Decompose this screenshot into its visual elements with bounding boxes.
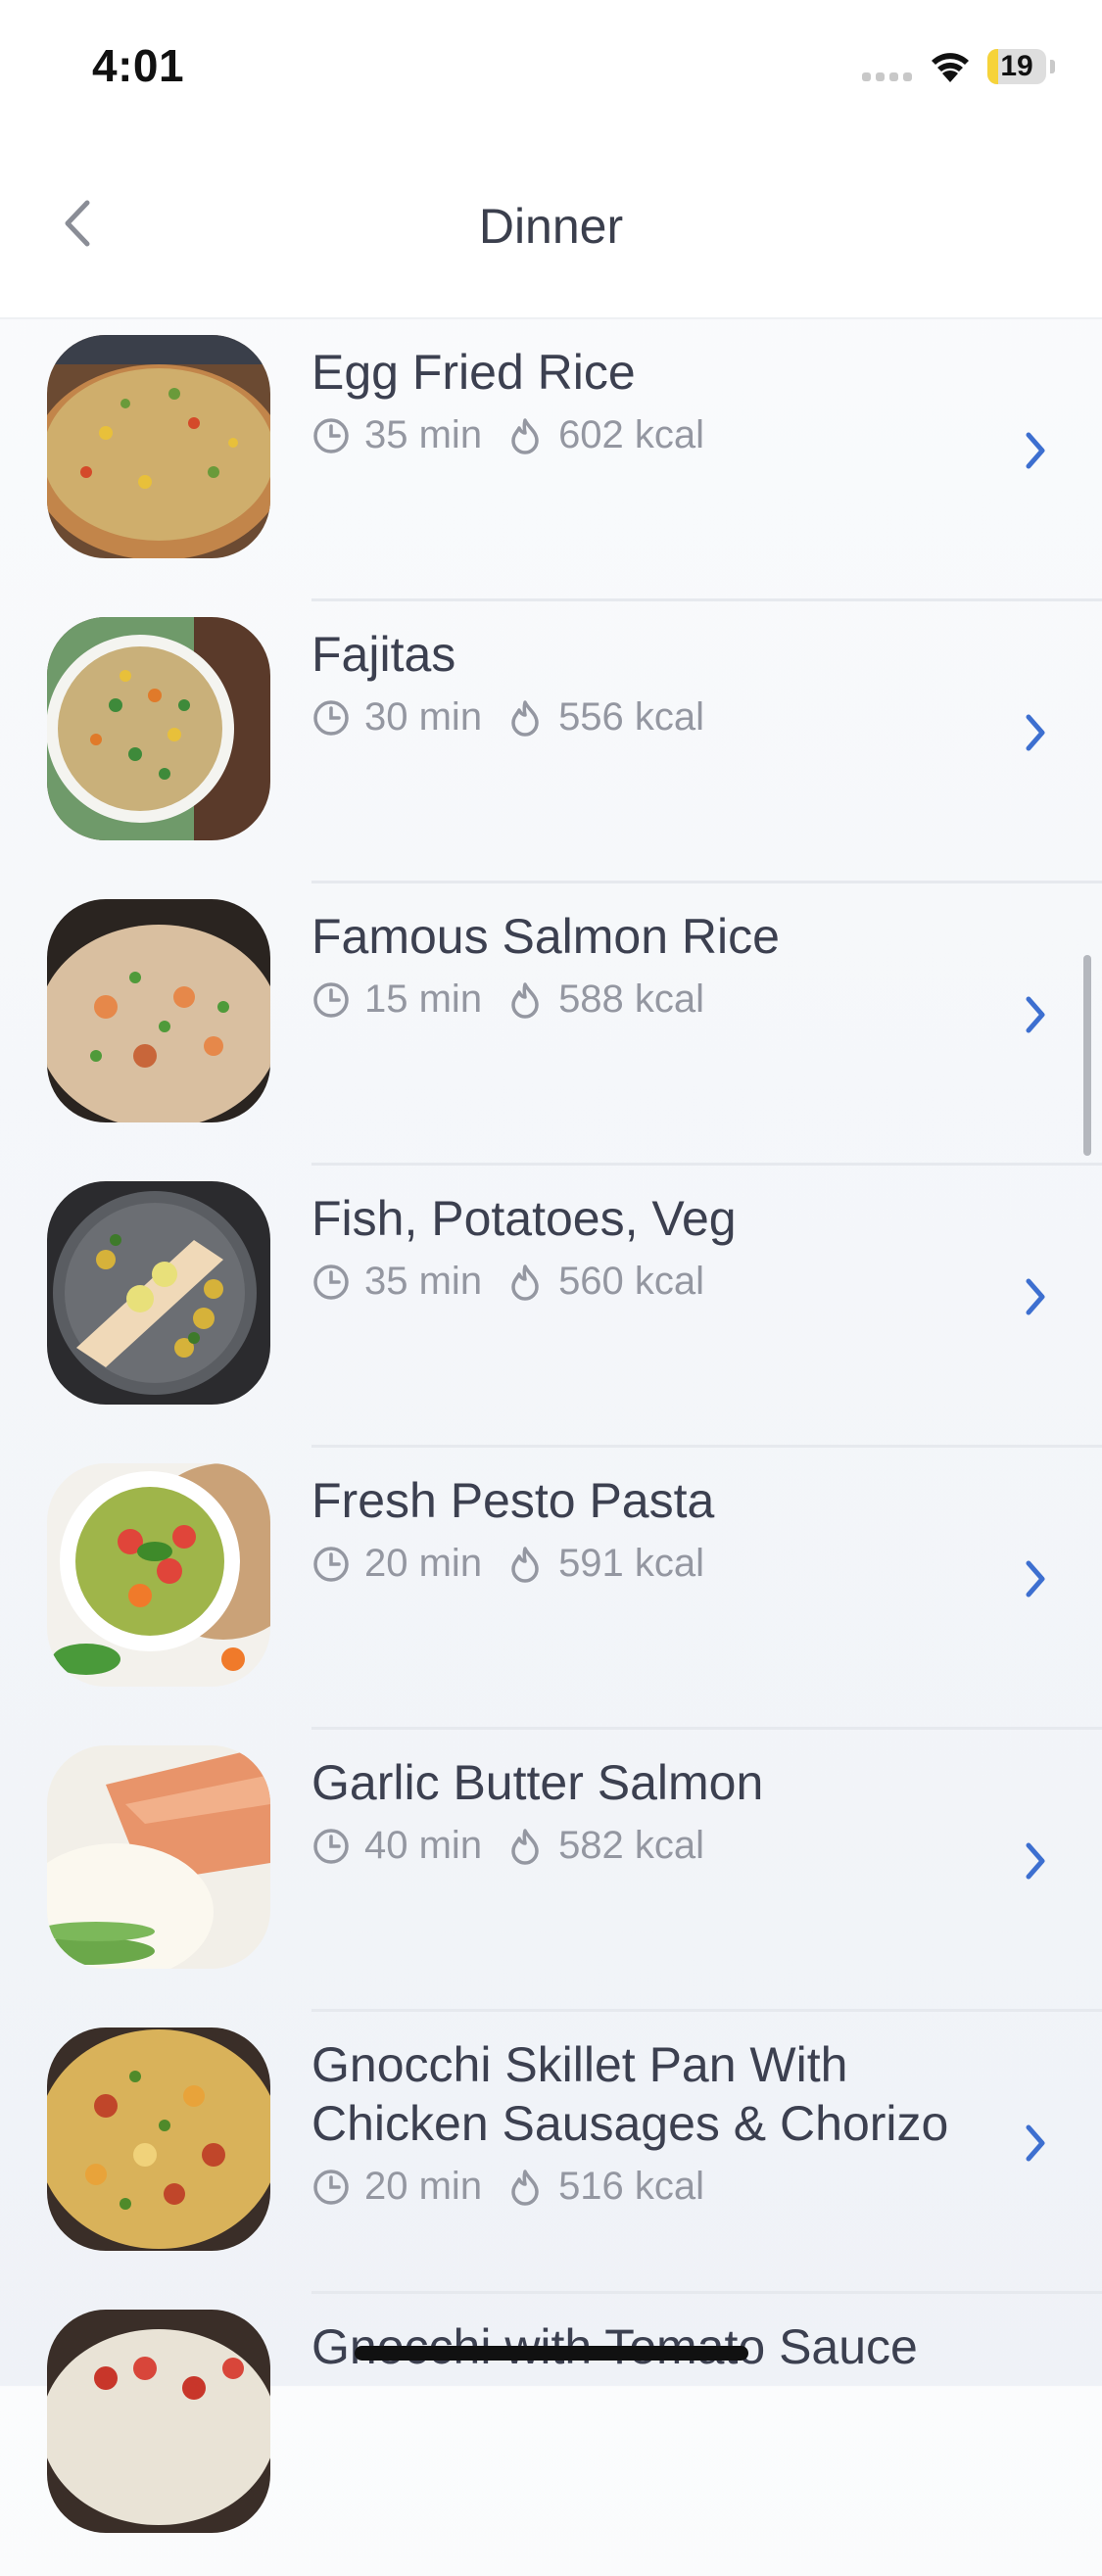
recipe-name: Gnocchi Skillet Pan With Chicken Sausage… — [311, 2037, 949, 2151]
cellular-signal-icon — [862, 72, 912, 81]
recipe-row[interactable]: Egg Fried Rice 35 min 602 kcal — [0, 319, 1102, 601]
recipe-meta: 30 min 556 kcal — [311, 695, 997, 739]
recipe-calories: 560 kcal — [558, 1260, 705, 1303]
recipe-thumbnail — [47, 1181, 270, 1405]
recipe-row[interactable]: Fajitas 30 min 556 kcal — [0, 601, 1102, 883]
recipe-time: 15 min — [364, 978, 483, 1021]
recipe-calories: 588 kcal — [558, 978, 705, 1021]
recipe-thumbnail — [47, 1463, 270, 1687]
recipe-calories: 582 kcal — [558, 1824, 705, 1867]
recipe-row[interactable]: Garlic Butter Salmon 40 min 582 kcal — [0, 1730, 1102, 2012]
recipe-thumbnail — [47, 335, 270, 558]
recipe-info: Fish, Potatoes, Veg 35 min 560 kcal — [311, 1189, 997, 1304]
chevron-right-icon — [1026, 1842, 1045, 1880]
recipe-name: Fajitas — [311, 627, 456, 682]
flame-icon — [511, 417, 539, 454]
chevron-right-icon — [1026, 996, 1045, 1033]
battery-icon: 19 — [987, 49, 1046, 84]
recipe-info: Famous Salmon Rice 15 min 588 kcal — [311, 907, 997, 1022]
clock-icon — [313, 1546, 349, 1582]
recipe-thumbnail — [47, 2027, 270, 2251]
recipe-info: Gnocchi Skillet Pan With Chicken Sausage… — [311, 2035, 997, 2209]
clock-icon — [313, 699, 349, 736]
recipe-time: 20 min — [364, 2165, 483, 2208]
flame-icon — [511, 699, 539, 737]
recipe-info: Garlic Butter Salmon 40 min 582 kcal — [311, 1753, 997, 1868]
recipe-name: Fish, Potatoes, Veg — [311, 1191, 737, 1246]
chevron-right-icon — [1026, 432, 1045, 469]
clock-icon — [313, 417, 349, 453]
recipe-calories: 591 kcal — [558, 1542, 705, 1585]
recipe-time: 30 min — [364, 695, 483, 739]
recipe-info: Fajitas 30 min 556 kcal — [311, 625, 997, 739]
recipe-meta: 35 min 560 kcal — [311, 1260, 997, 1304]
recipe-name: Fresh Pesto Pasta — [311, 1473, 715, 1528]
recipe-meta: 35 min 602 kcal — [311, 413, 997, 457]
recipe-name: Egg Fried Rice — [311, 345, 636, 400]
page-title: Dinner — [478, 199, 624, 254]
recipe-meta: 20 min 516 kcal — [311, 2165, 997, 2209]
status-bar: 4:01 19 — [0, 0, 1102, 127]
recipe-row[interactable]: Fresh Pesto Pasta 20 min 591 kcal — [0, 1448, 1102, 1730]
recipe-thumbnail — [47, 617, 270, 840]
recipe-thumbnail — [47, 899, 270, 1122]
recipe-meta: 15 min 588 kcal — [311, 978, 997, 1022]
flame-icon — [511, 1828, 539, 1865]
flame-icon — [511, 981, 539, 1019]
recipe-info: Fresh Pesto Pasta 20 min 591 kcal — [311, 1471, 997, 1586]
navigation-bar: Dinner — [0, 127, 1102, 319]
recipe-meta: 20 min 591 kcal — [311, 1542, 997, 1586]
recipe-calories: 516 kcal — [558, 2165, 705, 2208]
recipe-row[interactable]: Gnocchi Skillet Pan With Chicken Sausage… — [0, 2012, 1102, 2294]
chevron-right-icon — [1026, 1560, 1045, 1598]
chevron-right-icon — [1026, 1278, 1045, 1315]
flame-icon — [511, 1546, 539, 1583]
recipe-time: 20 min — [364, 1542, 483, 1585]
recipe-thumbnail — [47, 1745, 270, 1969]
chevron-right-icon — [1026, 2124, 1045, 2162]
recipe-row[interactable]: Fish, Potatoes, Veg 35 min 560 kcal — [0, 1166, 1102, 1448]
recipe-name: Famous Salmon Rice — [311, 909, 780, 964]
status-time: 4:01 — [92, 40, 185, 91]
recipe-time: 40 min — [364, 1824, 483, 1867]
recipe-calories: 602 kcal — [558, 413, 705, 456]
recipe-calories: 556 kcal — [558, 695, 705, 739]
battery-level: 19 — [1000, 50, 1033, 82]
recipe-time: 35 min — [364, 413, 483, 456]
scroll-indicator[interactable] — [1083, 955, 1091, 1156]
clock-icon — [313, 1828, 349, 1864]
chevron-right-icon — [1026, 714, 1045, 751]
recipe-row[interactable]: Famous Salmon Rice 15 min 588 kcal — [0, 883, 1102, 1166]
clock-icon — [313, 981, 349, 1018]
flame-icon — [511, 1264, 539, 1301]
recipe-meta: 40 min 582 kcal — [311, 1824, 997, 1868]
recipe-info: Egg Fried Rice 35 min 602 kcal — [311, 343, 997, 457]
recipe-time: 35 min — [364, 1260, 483, 1303]
flame-icon — [511, 2169, 539, 2206]
recipe-row[interactable]: Gnocchi with Tomato Sauce — [0, 2294, 1102, 2576]
clock-icon — [313, 1264, 349, 1300]
recipe-name: Garlic Butter Salmon — [311, 1755, 764, 1810]
wifi-icon — [932, 53, 969, 82]
recipe-list: Egg Fried Rice 35 min 602 kcal Fajitas 3… — [0, 319, 1102, 2576]
clock-icon — [313, 2169, 349, 2205]
recipe-thumbnail — [47, 2310, 270, 2533]
home-indicator[interactable] — [355, 2346, 748, 2361]
